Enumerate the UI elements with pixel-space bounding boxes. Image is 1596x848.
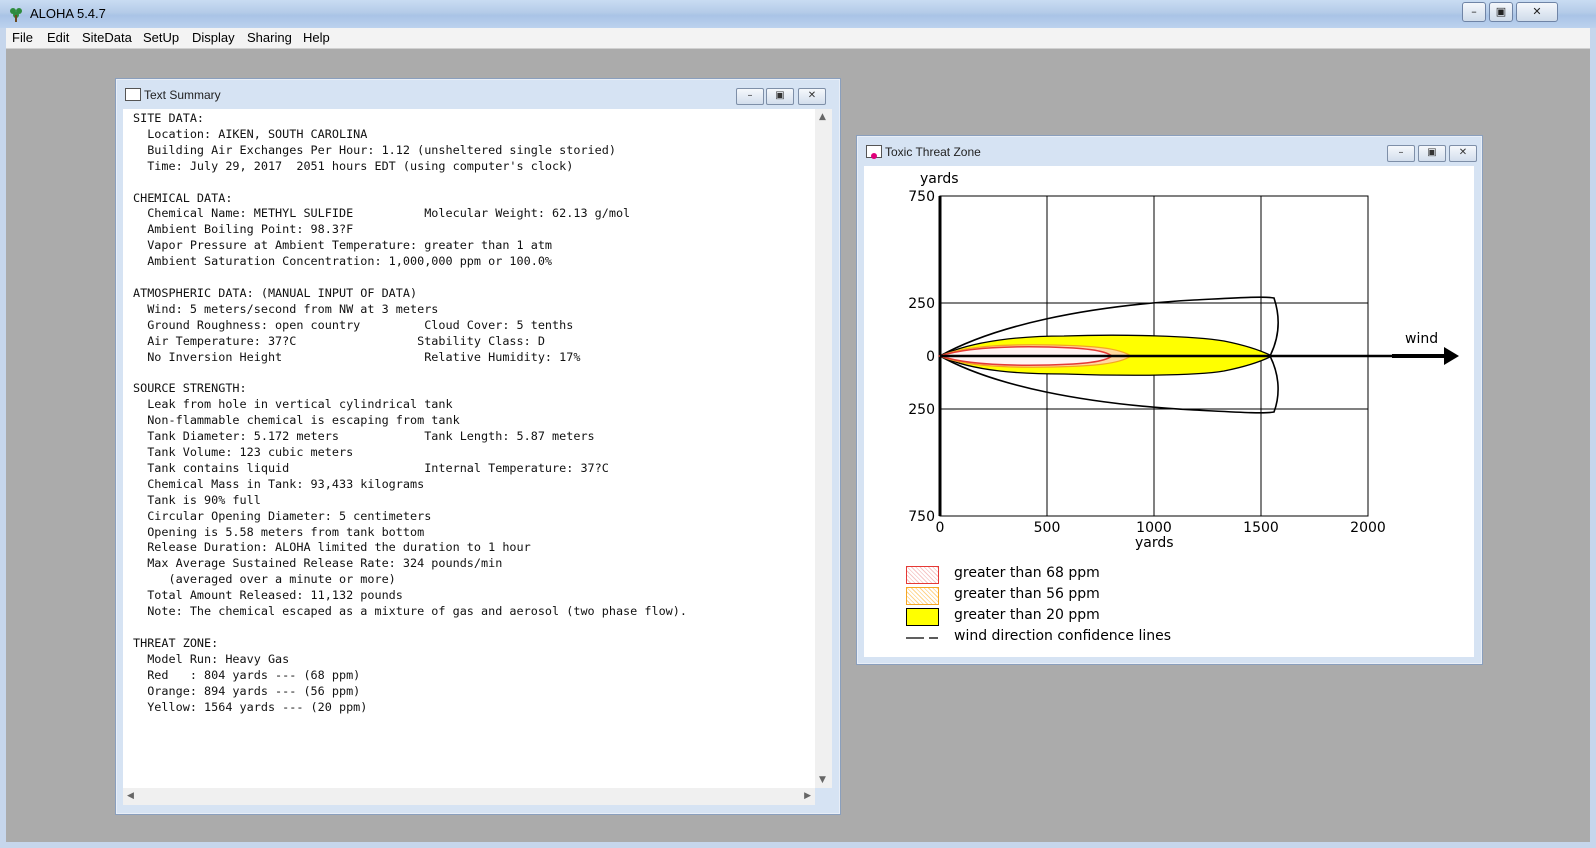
window-frame-left: [0, 28, 6, 848]
legend-label-orange: greater than 56 ppm: [954, 586, 1100, 602]
legend-swatch-orange: [906, 587, 939, 605]
app-minimize-button[interactable]: –: [1462, 2, 1486, 22]
y-tick: 250: [908, 402, 935, 418]
menu-display[interactable]: Display: [192, 30, 235, 45]
scroll-left-arrow-icon[interactable]: ◀: [127, 791, 134, 801]
y-tick: 750: [908, 189, 935, 205]
threat-zone-plot: wind yards yards 750 250 0 250 750 0 500…: [908, 171, 1459, 551]
text-summary-window[interactable]: Text Summary – ▣ ✕ SITE DATA: Location: …: [115, 78, 841, 815]
menu-sitedata[interactable]: SiteData: [82, 30, 132, 45]
legend-swatch-confidence: [906, 637, 938, 639]
app-close-button[interactable]: ✕: [1516, 2, 1558, 22]
menu-help[interactable]: Help: [303, 30, 330, 45]
summary-content: SITE DATA: Location: AIKEN, SOUTH CAROLI…: [133, 111, 687, 714]
window-frame-bottom: [0, 842, 1596, 848]
threat-zone-icon: [866, 145, 882, 159]
legend-label-red: greater than 68 ppm: [954, 565, 1100, 581]
window-frame-right: [1590, 28, 1596, 848]
threat-maximize-button[interactable]: ▣: [1418, 145, 1446, 162]
text-summary-title: Text Summary: [144, 88, 221, 102]
scroll-up-arrow-icon[interactable]: ▲: [819, 112, 826, 122]
x-axis-label: yards: [1135, 535, 1174, 551]
app-title-bar[interactable]: ALOHA 5.4.7 – ▣ ✕: [0, 0, 1596, 29]
app-maximize-button[interactable]: ▣: [1489, 2, 1513, 22]
legend-swatch-red: [906, 566, 939, 584]
menu-sharing[interactable]: Sharing: [247, 30, 292, 45]
y-tick: 750: [908, 509, 935, 525]
summary-minimize-button[interactable]: –: [736, 88, 764, 105]
scroll-down-arrow-icon[interactable]: ▼: [819, 775, 826, 785]
legend-label-confidence: wind direction confidence lines: [954, 628, 1171, 644]
threat-plot-area: wind yards yards 750 250 0 250 750 0 500…: [864, 166, 1474, 657]
threat-close-button[interactable]: ✕: [1449, 145, 1477, 162]
vertical-scrollbar[interactable]: ▲ ▼: [815, 109, 832, 788]
wind-label: wind: [1405, 331, 1438, 347]
menu-edit[interactable]: Edit: [47, 30, 69, 45]
menu-bar: File Edit SiteData SetUp Display Sharing…: [6, 28, 1590, 49]
app-title: ALOHA 5.4.7: [30, 6, 106, 21]
legend-swatch-yellow: [906, 608, 939, 626]
x-tick: 500: [1034, 520, 1061, 536]
x-tick: 1500: [1243, 520, 1279, 536]
threat-zone-title: Toxic Threat Zone: [885, 145, 981, 159]
y-axis-label: yards: [920, 171, 959, 187]
y-tick: 0: [926, 349, 935, 365]
summary-text-area[interactable]: SITE DATA: Location: AIKEN, SOUTH CAROLI…: [123, 109, 815, 788]
menu-file[interactable]: File: [12, 30, 33, 45]
threat-minimize-button[interactable]: –: [1387, 145, 1415, 162]
summary-maximize-button[interactable]: ▣: [766, 88, 794, 105]
x-tick: 2000: [1350, 520, 1386, 536]
y-tick: 250: [908, 296, 935, 312]
text-summary-icon: [125, 88, 141, 101]
horizontal-scrollbar[interactable]: ◀ ▶: [123, 788, 815, 805]
summary-close-button[interactable]: ✕: [798, 88, 826, 105]
legend-label-yellow: greater than 20 ppm: [954, 607, 1100, 623]
menu-setup[interactable]: SetUp: [143, 30, 179, 45]
toxic-threat-zone-window[interactable]: Toxic Threat Zone – ▣ ✕ wind yards yards…: [856, 135, 1483, 665]
scroll-right-arrow-icon[interactable]: ▶: [804, 791, 811, 801]
aloha-logo-icon: [10, 8, 22, 22]
x-tick: 0: [936, 520, 945, 536]
x-tick: 1000: [1136, 520, 1172, 536]
